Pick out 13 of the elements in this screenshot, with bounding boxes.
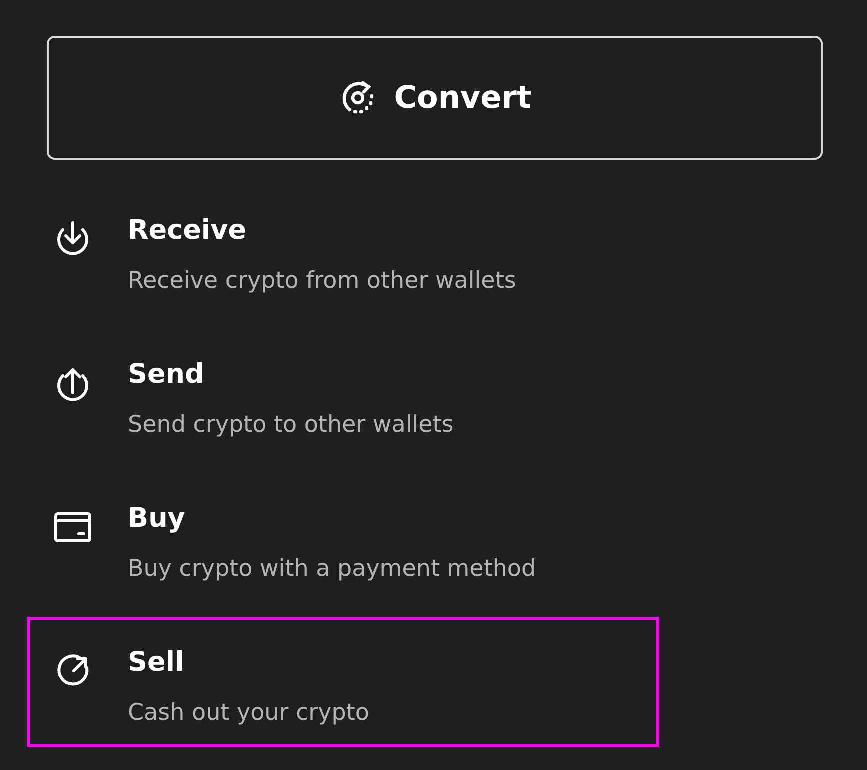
action-description: Send crypto to other wallets xyxy=(128,411,454,440)
action-item[interactable]: Sell Cash out your crypto xyxy=(27,617,659,747)
action-item[interactable]: Send Send crypto to other wallets xyxy=(27,329,659,459)
action-item[interactable]: Buy Buy crypto with a payment method xyxy=(27,473,659,603)
action-title: Receive xyxy=(128,214,248,248)
action-description: Buy crypto with a payment method xyxy=(128,555,536,584)
action-title: Send xyxy=(128,358,206,392)
action-title: Buy xyxy=(128,502,186,536)
action-description: Receive crypto from other wallets xyxy=(128,267,516,296)
action-description: Cash out your crypto xyxy=(128,699,370,728)
action-item[interactable]: Receive Receive crypto from other wallets xyxy=(27,185,659,315)
convert-button[interactable]: Convert xyxy=(47,36,823,160)
action-title: Sell xyxy=(128,646,186,680)
